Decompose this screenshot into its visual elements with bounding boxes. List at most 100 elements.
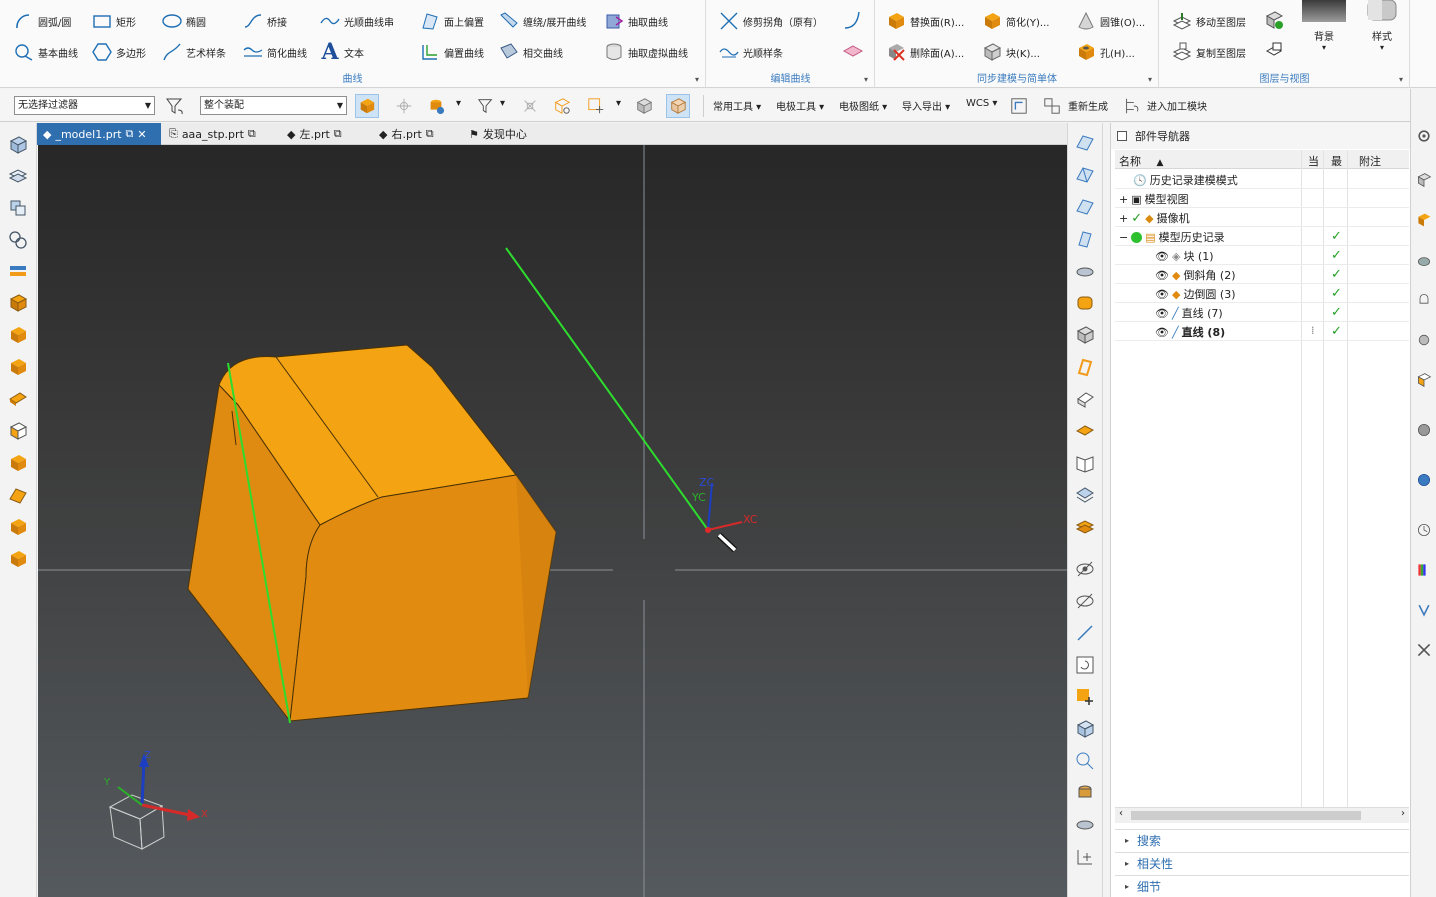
select-component-icon[interactable]: [424, 94, 448, 118]
extract-curve-button[interactable]: 抽取曲线: [604, 10, 668, 32]
select-solid-point-icon[interactable]: [550, 94, 574, 118]
selection-scope-select[interactable]: 整个装配 ▼: [200, 96, 347, 115]
surface-icon[interactable]: [1073, 195, 1097, 219]
arc-circle-button[interactable]: 圆弧/圆: [14, 10, 71, 32]
cube-view-icon[interactable]: [6, 133, 30, 157]
move-object-icon[interactable]: [1073, 685, 1097, 709]
book-icon[interactable]: [1073, 451, 1097, 475]
copy-to-layer-button[interactable]: 复制至图层: [1172, 41, 1246, 63]
palette-icon[interactable]: [1414, 559, 1434, 581]
menu-common-tools[interactable]: 常用工具 ▾: [713, 98, 761, 113]
simplify-curve-button[interactable]: 简化曲线: [243, 41, 307, 63]
tab-aaa-stp[interactable]: ⎘ aaa_stp.prt ⧉: [163, 123, 262, 145]
selection-filter-icon[interactable]: [474, 94, 498, 118]
shell-icon[interactable]: [6, 419, 30, 443]
scroll-right-icon[interactable]: ›: [1401, 808, 1405, 819]
layer-visibility-icon[interactable]: [1264, 10, 1284, 30]
cone-button[interactable]: 圆锥(O)...: [1076, 10, 1145, 32]
section-dependencies[interactable]: ▸ 相关性: [1115, 852, 1409, 874]
menu-electrode-drawing[interactable]: 电极图纸 ▾: [839, 98, 887, 113]
offset-face-icon[interactable]: [6, 387, 30, 411]
scroll-left-icon[interactable]: ‹: [1119, 808, 1123, 819]
chevron-down-icon[interactable]: ▾: [500, 98, 505, 109]
trim-body-icon[interactable]: [1073, 323, 1097, 347]
offset-on-face-button[interactable]: 面上偏置: [420, 10, 484, 32]
style-button[interactable]: 样式 ▾: [1358, 0, 1406, 60]
datum-plane-icon[interactable]: [1073, 387, 1097, 411]
column-note[interactable]: 附注: [1359, 153, 1381, 169]
close-icon[interactable]: ✕: [137, 128, 146, 141]
model-body-icon[interactable]: [1073, 717, 1097, 741]
line-icon[interactable]: [1073, 621, 1097, 645]
tree-row-model-views[interactable]: + ▣ 模型视图: [1115, 189, 1409, 208]
filter-reset-icon[interactable]: [163, 94, 187, 118]
shaded-view-icon[interactable]: [632, 94, 656, 118]
expand-icon[interactable]: +: [1119, 193, 1128, 206]
gear-icon[interactable]: [1414, 125, 1434, 147]
point-on-face-icon[interactable]: [584, 94, 608, 118]
smooth-curve-string-button[interactable]: 光顺曲线串: [320, 10, 394, 32]
simplify-button[interactable]: 简化(Y)...: [982, 10, 1049, 32]
tools-icon[interactable]: [1414, 639, 1434, 661]
eye-icon[interactable]: 👁: [1155, 326, 1169, 339]
chevron-down-icon[interactable]: ▾: [456, 98, 461, 109]
tab-model1[interactable]: ◆ _model1.prt ⧉ ✕: [37, 123, 161, 145]
section-details[interactable]: ▸ 细节: [1115, 875, 1409, 897]
face-select-icon[interactable]: [1073, 131, 1097, 155]
wcs-orient-icon[interactable]: [1007, 94, 1031, 118]
part-navigator-tab-icon[interactable]: [1414, 169, 1434, 191]
select-body-icon[interactable]: [355, 94, 379, 118]
layer-orange-icon[interactable]: [1073, 515, 1097, 539]
show-hide-icon[interactable]: [1073, 589, 1097, 613]
component-move-icon[interactable]: [1073, 781, 1097, 805]
hole-button[interactable]: 孔(H)...: [1076, 41, 1135, 63]
column-name[interactable]: 名称 ▲: [1119, 153, 1163, 169]
constraint-icon[interactable]: [6, 228, 30, 252]
role-tab-icon[interactable]: [1414, 599, 1434, 621]
curve-tool-icon[interactable]: [843, 10, 863, 30]
extract-virtual-curve-button[interactable]: 抽取虚拟曲线: [604, 41, 688, 63]
intersect-curve-button[interactable]: 相交曲线: [499, 41, 563, 63]
rectangle-button[interactable]: 矩形: [92, 10, 136, 32]
extrude-icon[interactable]: [6, 323, 30, 347]
chevron-down-icon[interactable]: ▾: [1148, 75, 1152, 84]
hd3d-tab-icon[interactable]: [1414, 369, 1434, 391]
expand-icon[interactable]: +: [1119, 212, 1128, 225]
draft-icon[interactable]: [6, 483, 30, 507]
wrap-unwrap-button[interactable]: 缠绕/展开曲线: [499, 10, 586, 32]
block-button[interactable]: 块(K)...: [982, 41, 1040, 63]
regenerate-icon[interactable]: [1040, 94, 1064, 118]
sheet-icon[interactable]: [1073, 227, 1097, 251]
diamond-surface-icon[interactable]: [843, 41, 863, 61]
enter-machining-button[interactable]: 进入加工模块: [1147, 98, 1207, 113]
select-feature-icon[interactable]: [392, 94, 416, 118]
machining-module-icon[interactable]: [1120, 94, 1144, 118]
solid-body[interactable]: [187, 344, 557, 723]
eye-icon[interactable]: 👁: [1155, 269, 1169, 282]
type-filter-select[interactable]: 无选择过滤器 ▼: [14, 96, 155, 115]
assembly-navigator-tab-icon[interactable]: [1414, 209, 1434, 231]
face-offset-icon[interactable]: [1073, 163, 1097, 187]
eye-icon[interactable]: 👁: [1155, 307, 1169, 320]
spring-icon[interactable]: [1073, 291, 1097, 315]
assembly-icon[interactable]: [6, 196, 30, 220]
axis-move-icon[interactable]: [1073, 845, 1097, 869]
regenerate-button[interactable]: 重新生成: [1068, 98, 1108, 113]
tab-discovery-center[interactable]: ⚑ 发现中心: [463, 123, 533, 145]
delete-face-button[interactable]: 删除面(A)...: [886, 41, 964, 63]
chevron-down-icon[interactable]: ▾: [616, 98, 621, 109]
chevron-down-icon[interactable]: ▾: [695, 75, 699, 84]
tree-row-blend-3[interactable]: 👁 ◆ 边倒圆 (3) ✓: [1115, 284, 1409, 303]
wireframe-view-icon[interactable]: [666, 94, 690, 118]
checkbox-icon[interactable]: [1117, 131, 1127, 141]
web-browser-tab-icon[interactable]: [1414, 419, 1434, 441]
basic-curves-button[interactable]: 基本曲线: [14, 41, 78, 63]
constraint-navigator-tab-icon[interactable]: [1414, 249, 1434, 271]
hide-icon[interactable]: [1073, 557, 1097, 581]
horizontal-scrollbar[interactable]: ‹ ›: [1115, 807, 1409, 823]
tree-row-line-8[interactable]: 👁 ╱ 直线 (8) ⁞ ✓: [1115, 322, 1409, 341]
column-latest[interactable]: 最: [1331, 153, 1342, 169]
sew-icon[interactable]: [1073, 259, 1097, 283]
graphics-viewport[interactable]: ZC YC XC Z Y X: [38, 145, 1067, 897]
tree-row-line-7[interactable]: 👁 ╱ 直线 (7) ✓: [1115, 303, 1409, 322]
